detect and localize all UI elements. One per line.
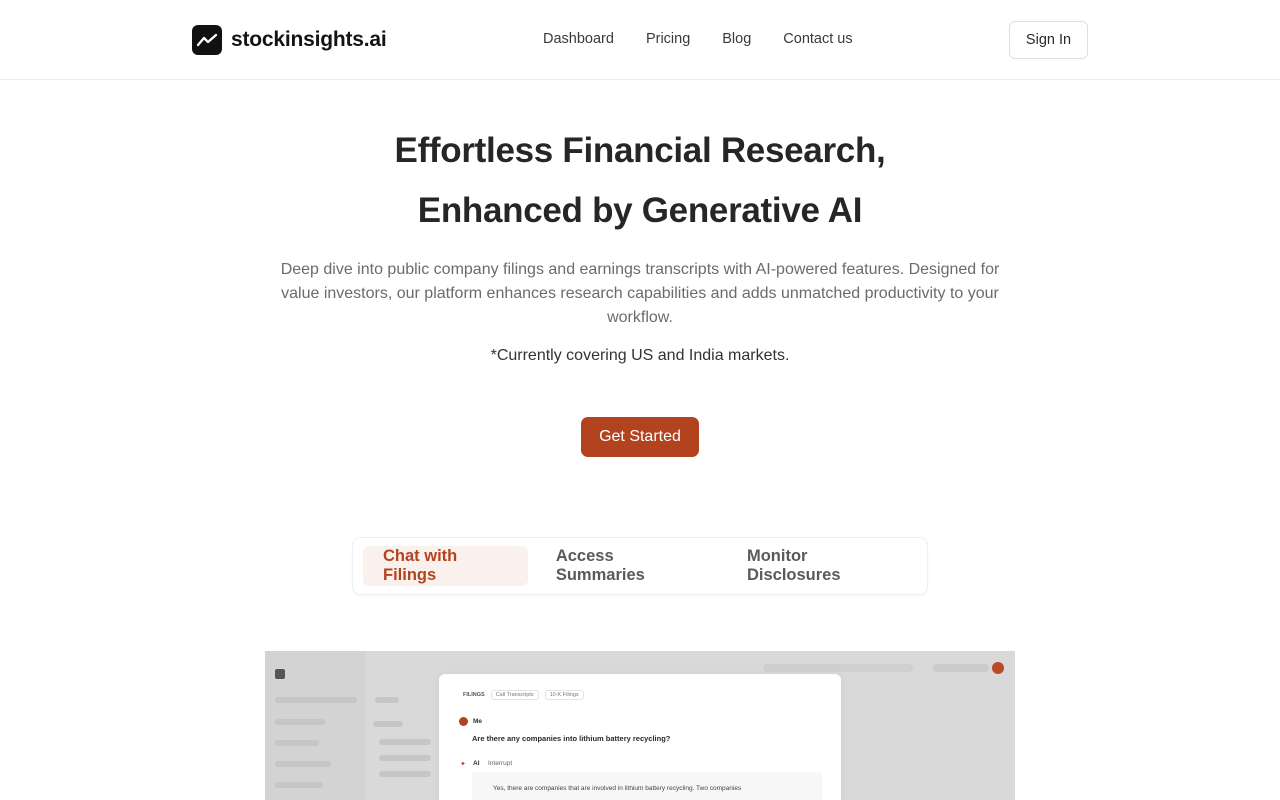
preview-filings-label: FILINGS bbox=[463, 692, 485, 698]
preview-answer: Yes, there are companies that are involv… bbox=[493, 785, 742, 792]
nav-pricing[interactable]: Pricing bbox=[646, 31, 690, 47]
trend-line-icon bbox=[192, 25, 222, 55]
main-nav: Dashboard Pricing Blog Contact us bbox=[543, 31, 853, 47]
preview-list-header bbox=[375, 697, 399, 703]
sparkle-icon: ✦ bbox=[460, 761, 466, 768]
hero-title-line1: Effortless Financial Research, bbox=[394, 131, 886, 170]
nav-blog[interactable]: Blog bbox=[722, 31, 751, 47]
tab-chat-with-filings[interactable]: Chat with Filings bbox=[363, 546, 528, 586]
preview-ai-label: AI bbox=[473, 760, 480, 767]
product-preview: FILINGS Call Transcripts 10-K Filings Me… bbox=[265, 651, 1015, 800]
preview-user-avatar bbox=[459, 717, 468, 726]
preview-list-item bbox=[379, 771, 431, 777]
brand-logo-link[interactable]: stockinsights.ai bbox=[192, 25, 387, 55]
preview-sidebar-item bbox=[275, 782, 323, 788]
preview-chip-transcripts: Call Transcripts bbox=[490, 690, 539, 700]
preview-list-item bbox=[379, 755, 431, 761]
preview-sidebar-item bbox=[275, 719, 325, 725]
preview-interrupt-label: Interrupt bbox=[488, 760, 513, 767]
preview-question: Are there any companies into lithium bat… bbox=[472, 734, 671, 743]
preview-sidebar bbox=[265, 651, 365, 800]
preview-sidebar-item bbox=[275, 761, 331, 767]
market-coverage-note: *Currently covering US and India markets… bbox=[490, 347, 790, 364]
preview-list-item bbox=[373, 721, 403, 727]
nav-dashboard[interactable]: Dashboard bbox=[543, 31, 614, 47]
preview-chip-10k: 10-K Filings bbox=[544, 690, 584, 700]
brand-name: stockinsights.ai bbox=[231, 28, 387, 51]
tab-monitor-disclosures[interactable]: Monitor Disclosures bbox=[727, 546, 917, 586]
site-header: stockinsights.ai Dashboard Pricing Blog … bbox=[0, 0, 1280, 80]
preview-search-bar bbox=[763, 664, 913, 672]
preview-chat-card: FILINGS Call Transcripts 10-K Filings Me… bbox=[439, 674, 841, 800]
tab-access-summaries[interactable]: Access Summaries bbox=[536, 546, 719, 586]
sign-in-button[interactable]: Sign In bbox=[1009, 21, 1088, 59]
hero-title-line2: Enhanced by Generative AI bbox=[417, 191, 863, 230]
preview-me-label: Me bbox=[473, 718, 483, 725]
preview-logo-icon bbox=[275, 669, 285, 679]
hero-description: Deep dive into public company filings an… bbox=[280, 261, 1000, 326]
preview-avatar bbox=[992, 662, 1004, 674]
nav-contact[interactable]: Contact us bbox=[783, 31, 852, 47]
feature-tabs: Chat with Filings Access Summaries Monit… bbox=[352, 537, 928, 595]
preview-account-bar bbox=[933, 664, 989, 672]
preview-sidebar-item bbox=[275, 697, 357, 703]
preview-sidebar-item bbox=[275, 740, 319, 746]
get-started-button[interactable]: Get Started bbox=[581, 417, 699, 457]
preview-filing-tabs: FILINGS Call Transcripts 10-K Filings bbox=[463, 690, 584, 700]
preview-list-item bbox=[379, 739, 431, 745]
